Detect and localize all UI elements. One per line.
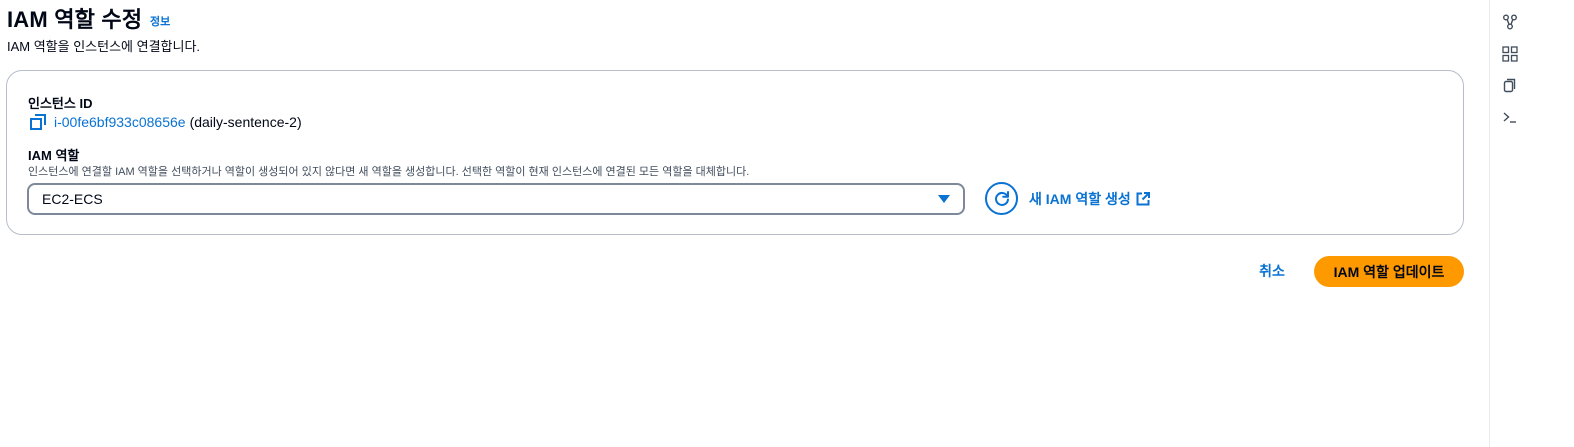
cancel-button[interactable]: 취소 (1248, 256, 1296, 286)
instance-id-row: i-00fe6bf933c08656e (daily-sentence-2) (28, 112, 302, 132)
instance-name: (daily-sentence-2) (189, 114, 302, 130)
iam-role-select[interactable]: EC2-ECS (27, 183, 965, 215)
caret-down-icon (938, 195, 950, 203)
page-description: IAM 역할을 인스턴스에 연결합니다. (7, 39, 201, 54)
iam-role-selected-value: EC2-ECS (42, 191, 103, 207)
refresh-button[interactable] (985, 182, 1018, 215)
iam-role-label: IAM 역할 (28, 148, 80, 163)
terminal-icon[interactable] (1501, 108, 1519, 126)
iam-role-hint: 인스턴스에 연결할 IAM 역할을 선택하거나 역할이 생성되어 있지 않다면 … (28, 166, 750, 178)
role-panel: 인스턴스 ID i-00fe6bf933c08656e (daily-sente… (6, 70, 1464, 235)
external-link-icon (1136, 192, 1150, 206)
copy-icon[interactable] (28, 112, 48, 132)
right-tool-rail (1489, 0, 1574, 447)
grid-icon[interactable] (1501, 45, 1519, 63)
create-iam-role-link[interactable]: 새 IAM 역할 생성 (1029, 189, 1150, 209)
copy-icon[interactable] (1501, 76, 1519, 94)
refresh-icon (994, 190, 1009, 206)
info-link[interactable]: 정보 (150, 13, 170, 29)
page-title: IAM 역할 수정 (7, 7, 143, 32)
main-content: IAM 역할 수정 정보 IAM 역할을 인스턴스에 연결합니다. 인스턴스 I… (0, 0, 1489, 447)
update-iam-role-button[interactable]: IAM 역할 업데이트 (1314, 256, 1464, 287)
create-iam-role-label: 새 IAM 역할 생성 (1029, 191, 1131, 207)
share-icon[interactable] (1501, 13, 1519, 31)
instance-id-label: 인스턴스 ID (28, 96, 93, 111)
instance-id-link[interactable]: i-00fe6bf933c08656e (54, 114, 186, 130)
